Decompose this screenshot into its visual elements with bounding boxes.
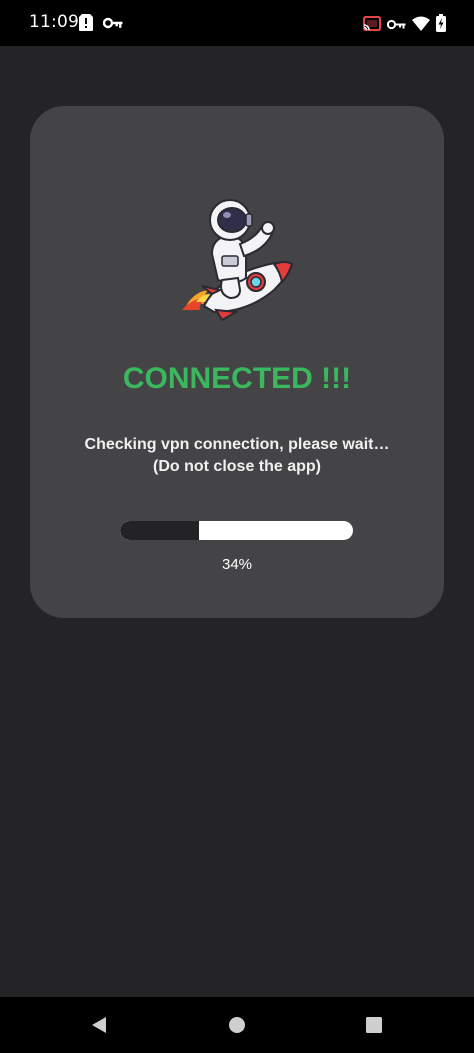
status-message-line-1: Checking vpn connection, please wait… [84,436,390,453]
status-left-icons [79,14,123,36]
home-icon[interactable] [225,1013,249,1037]
battery-icon [436,14,446,37]
status-bar: 11:09 [0,0,474,46]
status-right-icons [363,14,446,37]
astronaut-rocket-illustration [178,194,296,322]
navigation-bar [0,997,474,1053]
cast-icon [363,15,381,36]
back-icon[interactable] [87,1013,111,1037]
progress-percent-label: 34% [221,556,253,573]
connection-status-title: CONNECTED !!! [122,362,352,395]
vpn-key-icon [386,17,406,35]
sim-alert-icon [79,14,93,36]
status-time: 11:09 [29,12,79,32]
wifi-icon [412,16,430,36]
vpn-key-icon [102,16,123,34]
progress-bar-fill [120,521,200,540]
status-message: Checking vpn connection, please wait… (D… [30,434,444,478]
progress-bar [120,521,353,540]
recents-icon[interactable] [362,1013,386,1037]
status-message-line-2: (Do not close the app) [153,458,321,475]
